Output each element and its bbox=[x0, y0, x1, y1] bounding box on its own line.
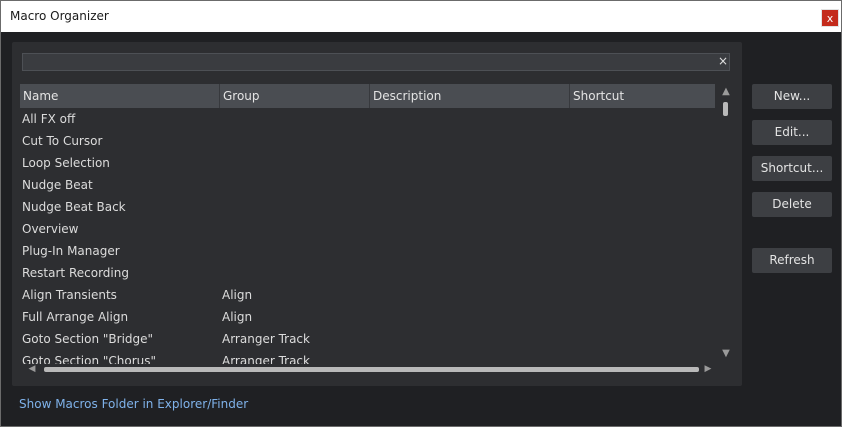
cell-name: Nudge Beat Back bbox=[22, 200, 126, 214]
cell-shortcut bbox=[570, 240, 715, 262]
cell-group bbox=[220, 152, 370, 174]
table-row[interactable]: Full Arrange Align Align bbox=[20, 306, 715, 328]
table-row[interactable]: Restart Recording bbox=[20, 262, 715, 284]
table-row[interactable]: Overview bbox=[20, 218, 715, 240]
delete-button[interactable]: Delete bbox=[752, 192, 832, 217]
column-header-name[interactable]: Name bbox=[20, 84, 220, 108]
shortcut-button[interactable]: Shortcut... bbox=[752, 156, 832, 181]
column-header-group[interactable]: Group bbox=[220, 84, 370, 108]
cell-shortcut bbox=[570, 130, 715, 152]
cell-group: Align bbox=[222, 310, 253, 324]
cell-shortcut bbox=[570, 196, 715, 218]
cell-group: Align bbox=[222, 288, 253, 302]
table-row[interactable]: Nudge Beat bbox=[20, 174, 715, 196]
vertical-scroll-thumb[interactable] bbox=[723, 102, 728, 116]
edit-button[interactable]: Edit... bbox=[752, 120, 832, 145]
cell-shortcut bbox=[570, 152, 715, 174]
horizontal-scrollbar[interactable]: ◀ ▶ bbox=[22, 362, 718, 376]
vertical-scrollbar[interactable]: ▲ ▼ bbox=[719, 86, 733, 360]
table-body: All FX off Cut To Cursor Loop Selection bbox=[20, 108, 715, 364]
macro-organizer-window: Macro Organizer x × Name Group Descripti… bbox=[0, 0, 842, 427]
horizontal-scroll-thumb[interactable] bbox=[44, 367, 699, 372]
cell-name: Full Arrange Align bbox=[22, 310, 129, 324]
arrow-down-icon[interactable]: ▼ bbox=[720, 348, 732, 360]
cell-name: Loop Selection bbox=[22, 156, 110, 170]
cell-group bbox=[220, 174, 370, 196]
cell-name: Overview bbox=[22, 222, 79, 236]
show-macros-folder-link[interactable]: Show Macros Folder in Explorer/Finder bbox=[19, 397, 248, 411]
arrow-right-icon[interactable]: ▶ bbox=[702, 362, 714, 376]
search-field[interactable] bbox=[22, 53, 730, 71]
cell-name: Align Transients bbox=[22, 288, 117, 302]
search-input[interactable] bbox=[23, 54, 729, 70]
cell-group bbox=[220, 240, 370, 262]
dialog-content: × Name Group Description Shortcut All FX… bbox=[1, 32, 841, 426]
cell-group bbox=[220, 130, 370, 152]
cell-shortcut bbox=[570, 306, 715, 328]
refresh-button[interactable]: Refresh bbox=[752, 248, 832, 273]
cell-group bbox=[220, 262, 370, 284]
cell-description bbox=[370, 240, 570, 262]
table-row[interactable]: Nudge Beat Back bbox=[20, 196, 715, 218]
table-row[interactable]: Goto Section "Bridge" Arranger Track bbox=[20, 328, 715, 350]
cell-name: Cut To Cursor bbox=[22, 134, 103, 148]
cell-description bbox=[370, 218, 570, 240]
cell-group: Arranger Track bbox=[222, 332, 310, 346]
table-row[interactable]: Plug-In Manager bbox=[20, 240, 715, 262]
cell-group bbox=[220, 218, 370, 240]
cell-description bbox=[370, 130, 570, 152]
macro-list-panel: × Name Group Description Shortcut All FX… bbox=[12, 42, 742, 386]
title-bar: Macro Organizer x bbox=[1, 1, 841, 32]
cell-description bbox=[370, 284, 570, 306]
cell-description bbox=[370, 174, 570, 196]
cell-shortcut bbox=[570, 218, 715, 240]
cell-shortcut bbox=[570, 328, 715, 350]
cell-description bbox=[370, 306, 570, 328]
cell-name: Plug-In Manager bbox=[22, 244, 120, 258]
close-icon[interactable]: x bbox=[821, 9, 839, 27]
table-row[interactable]: Align Transients Align bbox=[20, 284, 715, 306]
cell-description bbox=[370, 262, 570, 284]
cell-name: Restart Recording bbox=[22, 266, 129, 280]
cell-group bbox=[220, 108, 370, 130]
table-row[interactable]: Cut To Cursor bbox=[20, 130, 715, 152]
macro-table: Name Group Description Shortcut All FX o… bbox=[20, 84, 715, 364]
column-header-description[interactable]: Description bbox=[370, 84, 570, 108]
cell-description bbox=[370, 108, 570, 130]
table-header: Name Group Description Shortcut bbox=[20, 84, 715, 108]
cell-name: Goto Section "Bridge" bbox=[22, 332, 154, 346]
cell-name: Nudge Beat bbox=[22, 178, 93, 192]
arrow-up-icon[interactable]: ▲ bbox=[720, 86, 732, 98]
cell-shortcut bbox=[570, 108, 715, 130]
table-row[interactable]: Loop Selection bbox=[20, 152, 715, 174]
window-title: Macro Organizer bbox=[10, 9, 109, 23]
cell-name: All FX off bbox=[22, 112, 76, 126]
arrow-left-icon[interactable]: ◀ bbox=[26, 362, 38, 376]
cell-shortcut bbox=[570, 174, 715, 196]
cell-description bbox=[370, 152, 570, 174]
column-header-shortcut[interactable]: Shortcut bbox=[570, 84, 715, 108]
cell-description bbox=[370, 196, 570, 218]
clear-icon[interactable]: × bbox=[713, 53, 733, 71]
table-row[interactable]: All FX off bbox=[20, 108, 715, 130]
new-button[interactable]: New... bbox=[752, 84, 832, 109]
cell-description bbox=[370, 328, 570, 350]
cell-shortcut bbox=[570, 284, 715, 306]
cell-shortcut bbox=[570, 262, 715, 284]
cell-group bbox=[220, 196, 370, 218]
